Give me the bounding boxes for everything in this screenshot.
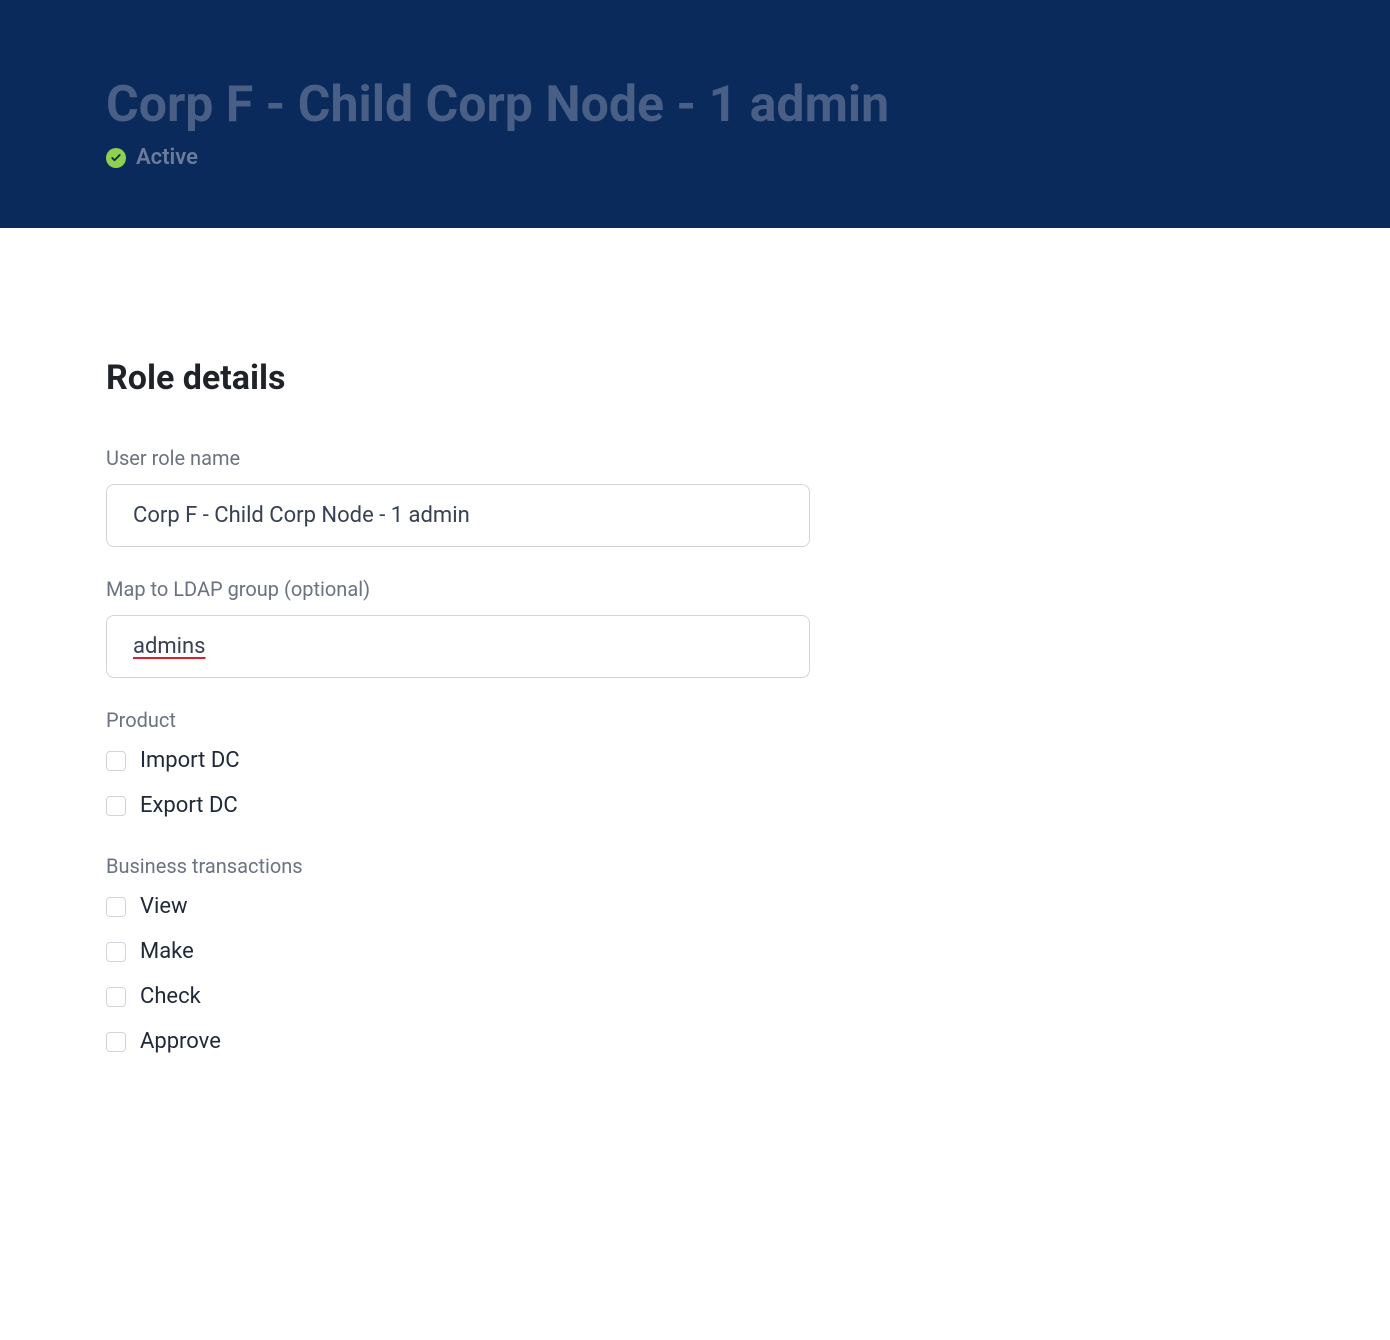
transaction-item: Make xyxy=(106,939,1284,964)
transaction-checkbox-label[interactable]: View xyxy=(140,894,188,919)
ldap-label: Map to LDAP group (optional) xyxy=(106,577,1284,601)
product-group-label: Product xyxy=(106,708,1284,732)
product-group: Product Import DC Export DC xyxy=(106,708,1284,818)
transaction-checkbox-make[interactable] xyxy=(106,942,126,962)
transaction-checkbox-approve[interactable] xyxy=(106,1032,126,1052)
product-checkbox-export-dc[interactable] xyxy=(106,796,126,816)
product-item: Import DC xyxy=(106,748,1284,773)
transactions-group-label: Business transactions xyxy=(106,854,1284,878)
product-checkbox-import-dc[interactable] xyxy=(106,751,126,771)
section-title: Role details xyxy=(106,358,1284,398)
transaction-checkbox-view[interactable] xyxy=(106,897,126,917)
transaction-item: View xyxy=(106,894,1284,919)
transaction-item: Approve xyxy=(106,1029,1284,1054)
transaction-checkbox-label[interactable]: Approve xyxy=(140,1029,221,1054)
transaction-checkbox-label[interactable]: Make xyxy=(140,939,194,964)
status-row: Active xyxy=(106,145,1284,170)
role-name-label: User role name xyxy=(106,446,1284,470)
ldap-input[interactable]: admins xyxy=(106,615,810,678)
page-header: Corp F - Child Corp Node - 1 admin Activ… xyxy=(0,0,1390,228)
product-item: Export DC xyxy=(106,793,1284,818)
product-checkbox-label[interactable]: Export DC xyxy=(140,793,238,818)
ldap-field: Map to LDAP group (optional) admins xyxy=(106,577,1284,678)
product-checkbox-label[interactable]: Import DC xyxy=(140,748,240,773)
transaction-checkbox-check[interactable] xyxy=(106,987,126,1007)
transaction-item: Check xyxy=(106,984,1284,1009)
status-text: Active xyxy=(136,145,198,170)
check-circle-icon xyxy=(106,148,126,168)
page-title: Corp F - Child Corp Node - 1 admin xyxy=(106,78,1284,133)
role-name-field: User role name xyxy=(106,446,1284,547)
transaction-checkbox-label[interactable]: Check xyxy=(140,984,201,1009)
transactions-group: Business transactions View Make Check Ap… xyxy=(106,854,1284,1054)
role-name-input[interactable] xyxy=(106,484,810,547)
content-area: Role details User role name Map to LDAP … xyxy=(0,228,1390,1150)
